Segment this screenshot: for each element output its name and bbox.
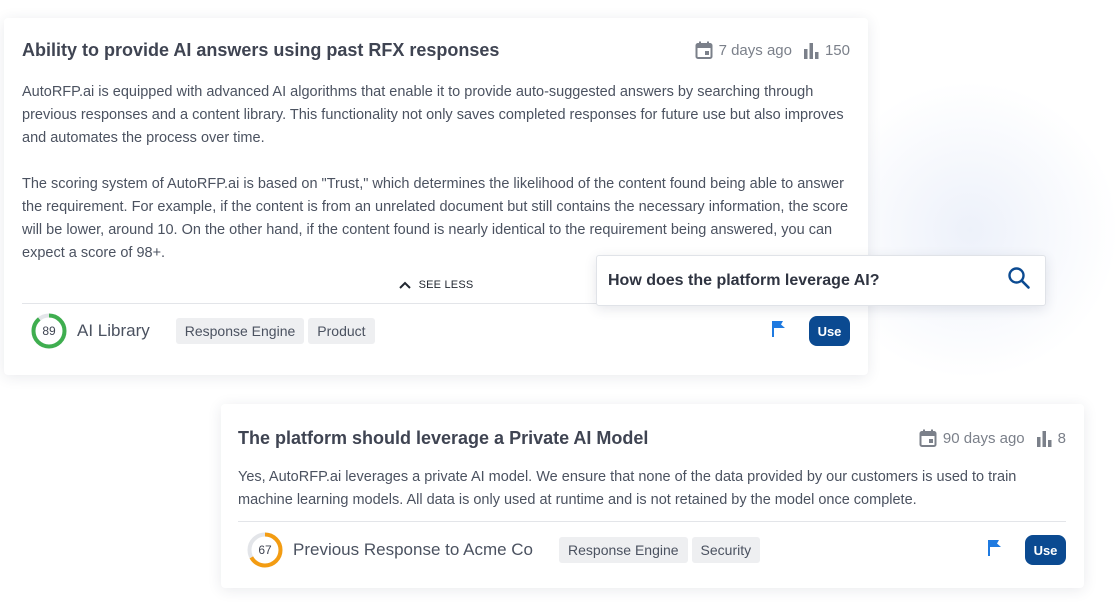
tag-response-engine[interactable]: Response Engine (175, 318, 305, 344)
tag-security[interactable]: Security (691, 537, 761, 563)
tag-response-engine[interactable]: Response Engine (559, 537, 688, 563)
card-footer: 89 AI Library Response Engine Product Us… (22, 304, 850, 358)
use-button[interactable]: Use (1025, 535, 1066, 565)
answer-card-1: Ability to provide AI answers using past… (4, 18, 868, 375)
card-meta: 7 days ago 150 (695, 41, 850, 60)
tag-product[interactable]: Product (308, 318, 375, 344)
card-title: The platform should leverage a Private A… (238, 428, 649, 448)
trust-score-ring: 67 (246, 531, 284, 569)
card-footer: 67 Previous Response to Acme Co Response… (238, 522, 1066, 578)
answer-paragraph: AutoRFP.ai is equipped with advanced AI … (22, 84, 844, 146)
usage-count: 8 (1057, 430, 1066, 447)
bar-chart-icon (1036, 430, 1052, 447)
see-less-label: SEE LESS (418, 279, 474, 291)
bar-chart-icon (803, 42, 819, 59)
last-updated: 90 days ago (942, 430, 1025, 447)
answer-paragraph: The scoring system of AutoRFP.ai is base… (22, 176, 849, 261)
search-box[interactable]: How does the platform leverage AI? (596, 255, 1046, 306)
card-meta: 90 days ago 8 (919, 429, 1066, 448)
card-header: Ability to provide AI answers using past… (22, 40, 850, 61)
last-updated: 7 days ago (718, 42, 792, 59)
chevron-up-icon (398, 281, 411, 289)
flag-icon[interactable] (771, 320, 787, 342)
trust-score: 89 (42, 324, 56, 338)
calendar-icon (695, 41, 713, 60)
source-name: AI Library (77, 321, 150, 340)
trust-score: 67 (258, 543, 272, 557)
answer-card-2: The platform should leverage a Private A… (221, 404, 1084, 588)
answer-paragraph: Yes, AutoRFP.ai leverages a private AI m… (238, 469, 1017, 508)
usage-count: 150 (824, 42, 850, 59)
use-button[interactable]: Use (809, 316, 850, 346)
card-header: The platform should leverage a Private A… (238, 428, 1066, 449)
search-icon[interactable] (1007, 266, 1031, 295)
answer-text: AutoRFP.ai is equipped with advanced AI … (22, 81, 850, 265)
calendar-icon (919, 429, 937, 448)
trust-score-ring: 89 (30, 312, 68, 350)
search-query[interactable]: How does the platform leverage AI? (608, 272, 1007, 290)
flag-icon[interactable] (987, 539, 1003, 561)
answer-text: Yes, AutoRFP.ai leverages a private AI m… (238, 466, 1066, 512)
card-title: Ability to provide AI answers using past… (22, 40, 500, 60)
source-name: Previous Response to Acme Co (293, 540, 534, 559)
